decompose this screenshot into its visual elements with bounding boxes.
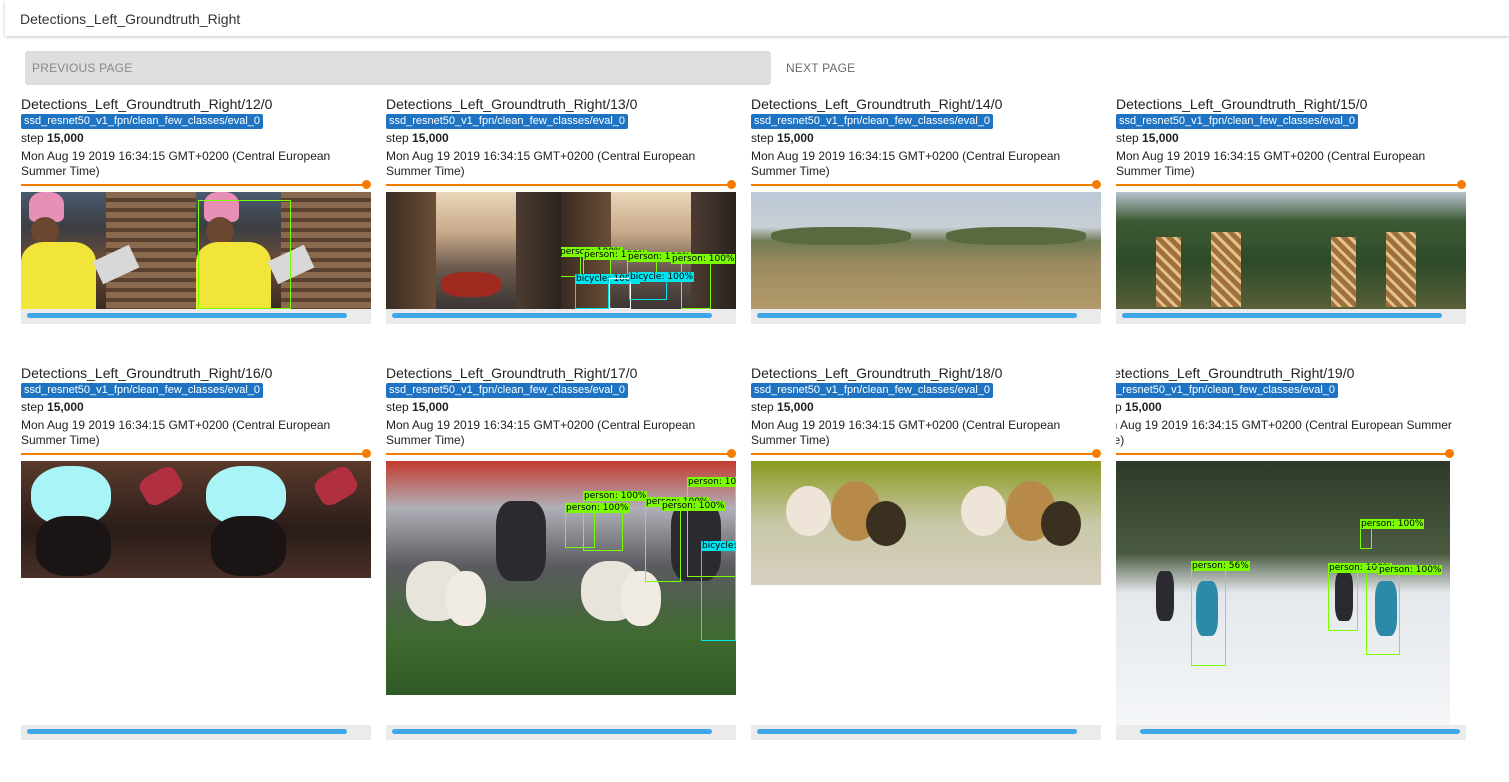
image-card-16: Detections_Left_Groundtruth_Right/16/0 s… (21, 365, 371, 745)
image-card-19: Detections_Left_Groundtruth_Right/19/0 s… (1116, 365, 1466, 745)
image-scrollbar[interactable] (386, 725, 736, 740)
step-slider-handle[interactable] (362, 449, 371, 458)
run-chip: ssd_resnet50_v1_fpn/clean_few_classes/ev… (386, 383, 629, 398)
detection-label: person: 100% (671, 254, 736, 264)
page-title: Detections_Left_Groundtruth_Right (20, 11, 241, 27)
detection-image (751, 461, 1101, 585)
card-title: Detections_Left_Groundtruth_Right/13/0 (386, 96, 638, 112)
image-card-18: Detections_Left_Groundtruth_Right/18/0 s… (751, 365, 1101, 745)
step-slider-track[interactable] (21, 184, 368, 186)
run-chip: ssd_resnet50_v1_fpn/clean_few_classes/ev… (751, 383, 994, 398)
step-label: step 15,000 (1116, 400, 1162, 414)
image-scrollbar[interactable] (386, 309, 736, 324)
step-slider-track[interactable] (751, 184, 1098, 186)
image-scrollbar[interactable] (1116, 725, 1466, 740)
step-label: step 15,000 (21, 131, 84, 145)
detection-image (751, 192, 1101, 309)
image-scrollbar[interactable] (751, 309, 1101, 324)
wall-time: Mon Aug 19 2019 16:34:15 GMT+0200 (Centr… (386, 418, 696, 447)
step-slider-track[interactable] (21, 453, 368, 455)
card-title: Detections_Left_Groundtruth_Right/14/0 (751, 96, 1003, 112)
detection-box (1328, 563, 1358, 631)
groundtruth-box (701, 541, 736, 641)
run-chip: ssd_resnet50_v1_fpn/clean_few_classes/ev… (21, 383, 264, 398)
step-slider-track[interactable] (386, 184, 733, 186)
image-card-12: Detections_Left_Groundtruth_Right/12/0 s… (21, 96, 371, 326)
step-slider-track[interactable] (1116, 184, 1463, 186)
run-chip: ssd_resnet50_v1_fpn/clean_few_classes/ev… (21, 114, 264, 129)
detection-label: person: 100% (1378, 565, 1443, 575)
detection-box (1191, 561, 1226, 666)
card-title: Detections_Left_Groundtruth_Right/15/0 (1116, 96, 1368, 112)
step-label: step 15,000 (751, 400, 814, 414)
run-chip: ssd_resnet50_v1_fpn/clean_few_classes/ev… (1116, 383, 1339, 398)
dashboard-header: Detections_Left_Groundtruth_Right (5, 0, 1509, 36)
step-slider-handle[interactable] (362, 180, 371, 189)
card-title: Detections_Left_Groundtruth_Right/17/0 (386, 365, 638, 381)
step-slider-handle[interactable] (1092, 449, 1101, 458)
image-scrollbar[interactable] (21, 309, 371, 324)
detection-label: person: 100% (1360, 519, 1425, 529)
step-slider-handle[interactable] (727, 180, 736, 189)
detection-image: person: 100% person: 100% person: 100% p… (386, 461, 736, 695)
card-title: Detections_Left_Groundtruth_Right/18/0 (751, 365, 1003, 381)
step-label: step 15,000 (1116, 131, 1179, 145)
image-card-17: Detections_Left_Groundtruth_Right/17/0 s… (386, 365, 736, 745)
detection-image (1116, 192, 1466, 309)
run-chip: ssd_resnet50_v1_fpn/clean_few_classes/ev… (751, 114, 994, 129)
detection-label: person: 56% (1191, 561, 1250, 571)
card-title: Detections_Left_Groundtruth_Right/19/0 (1116, 365, 1355, 381)
card-title: Detections_Left_Groundtruth_Right/16/0 (21, 365, 273, 381)
wall-time: Mon Aug 19 2019 16:34:15 GMT+0200 (Centr… (386, 149, 696, 178)
previous-page-button[interactable]: PREVIOUS PAGE (25, 51, 771, 85)
step-label: step 15,000 (386, 131, 449, 145)
wall-time: Mon Aug 19 2019 16:34:15 GMT+0200 (Centr… (21, 149, 331, 178)
step-slider-handle[interactable] (1092, 180, 1101, 189)
image-scrollbar[interactable] (1116, 309, 1466, 324)
next-page-button[interactable]: NEXT PAGE (778, 51, 868, 85)
image-card-15: Detections_Left_Groundtruth_Right/15/0 s… (1116, 96, 1466, 326)
detection-image (21, 192, 371, 309)
wall-time: Mon Aug 19 2019 16:34:15 GMT+0200 (Centr… (1116, 418, 1452, 447)
detection-image (21, 461, 371, 578)
step-slider-track[interactable] (1116, 453, 1450, 455)
detection-label: person: 100% (661, 501, 726, 511)
image-card-13: Detections_Left_Groundtruth_Right/13/0 s… (386, 96, 736, 326)
step-slider-handle[interactable] (1445, 449, 1454, 458)
run-chip: ssd_resnet50_v1_fpn/clean_few_classes/ev… (1116, 114, 1359, 129)
step-label: step 15,000 (751, 131, 814, 145)
step-slider-handle[interactable] (1457, 180, 1466, 189)
groundtruth-label: bicycle: 100% (629, 272, 695, 282)
step-slider-track[interactable] (386, 453, 733, 455)
detection-image: person: 56% person: 100% person: 100% pe… (1116, 461, 1450, 725)
image-scrollbar[interactable] (21, 725, 371, 740)
step-slider-handle[interactable] (727, 449, 736, 458)
detection-image: person: 100% person: 100% person: 100% p… (386, 192, 736, 309)
step-label: step 15,000 (21, 400, 84, 414)
run-chip: ssd_resnet50_v1_fpn/clean_few_classes/ev… (386, 114, 629, 129)
image-card-14: Detections_Left_Groundtruth_Right/14/0 s… (751, 96, 1101, 326)
wall-time: Mon Aug 19 2019 16:34:15 GMT+0200 (Centr… (21, 418, 331, 447)
detection-label: person: 100% (687, 477, 736, 487)
detection-label: person: 100% (583, 491, 648, 501)
detection-box (1366, 565, 1400, 655)
image-scrollbar[interactable] (751, 725, 1101, 740)
card-title: Detections_Left_Groundtruth_Right/12/0 (21, 96, 273, 112)
wall-time: Mon Aug 19 2019 16:34:15 GMT+0200 (Centr… (751, 418, 1061, 447)
groundtruth-box (609, 278, 631, 309)
groundtruth-box (198, 200, 291, 309)
step-slider-track[interactable] (751, 453, 1098, 455)
groundtruth-label: bicycle: 100% (701, 541, 736, 551)
detection-label: person: 100% (565, 503, 630, 513)
wall-time: Mon Aug 19 2019 16:34:15 GMT+0200 (Centr… (751, 149, 1061, 178)
step-label: step 15,000 (386, 400, 449, 414)
wall-time: Mon Aug 19 2019 16:34:15 GMT+0200 (Centr… (1116, 149, 1426, 178)
